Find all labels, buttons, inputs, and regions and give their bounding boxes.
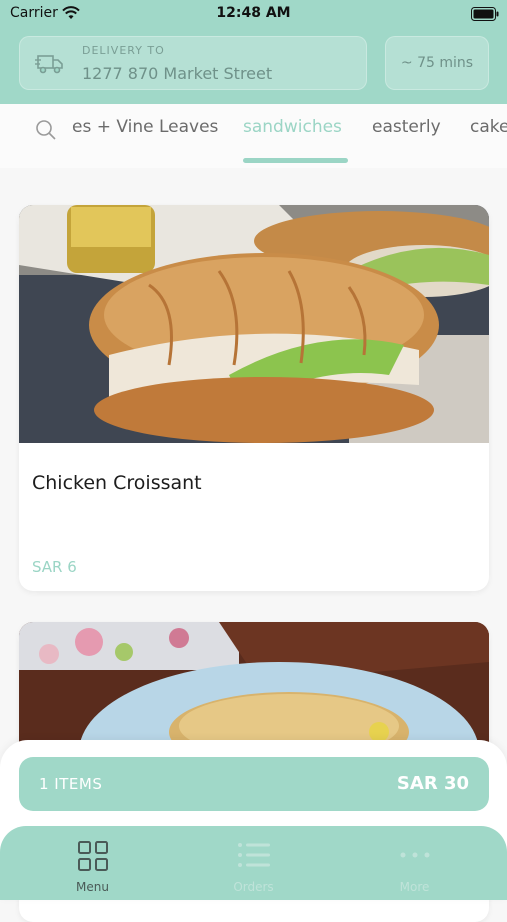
menu-item-title: Chicken Croissant <box>32 472 202 494</box>
tab-orders-label: Orders <box>233 880 274 894</box>
tab-more[interactable]: More <box>330 826 499 900</box>
delivery-truck-icon <box>35 52 65 80</box>
tab-menu-label: Menu <box>76 880 109 894</box>
cart-total: SAR 30 <box>396 773 469 794</box>
cart-item-count: 1 ITEMS <box>39 775 103 793</box>
category-tab-sandwiches[interactable]: sandwiches <box>243 117 342 137</box>
search-icon[interactable] <box>35 119 57 145</box>
delivery-address: 1277 870 Market Street <box>82 64 273 83</box>
menu-item-card[interactable]: Chicken Croissant SAR 6 <box>19 205 489 591</box>
delivery-address-button[interactable]: DELIVERY TO 1277 870 Market Street <box>19 36 367 90</box>
menu-item-image <box>19 205 489 443</box>
tab-more-label: More <box>399 880 430 894</box>
delivery-label: DELIVERY TO <box>82 44 165 57</box>
category-bar: es + Vine Leaves sandwiches easterly cak… <box>0 104 507 168</box>
header: Carrier 12:48 AM DELIVERY TO 1277 870 Ma… <box>0 0 507 104</box>
clock: 12:48 AM <box>216 5 291 21</box>
category-tab[interactable]: es + Vine Leaves <box>72 117 218 137</box>
battery-icon <box>471 6 499 25</box>
grid-icon <box>8 840 177 876</box>
menu-item-price: SAR 6 <box>32 558 77 576</box>
more-dots-icon <box>330 840 499 874</box>
category-tab-cake[interactable]: cake <box>470 117 507 137</box>
category-tab-easterly[interactable]: easterly <box>372 117 441 137</box>
status-bar: Carrier 12:48 AM <box>0 0 507 28</box>
tab-bar: Menu Orders More <box>0 826 507 900</box>
view-cart-button[interactable]: 1 ITEMS SAR 30 <box>19 757 489 811</box>
eta-badge[interactable]: ~ 75 mins <box>385 36 489 90</box>
tab-orders[interactable]: Orders <box>169 826 338 900</box>
active-category-indicator <box>243 158 348 163</box>
tab-menu[interactable]: Menu <box>8 826 177 900</box>
list-icon <box>169 840 338 874</box>
